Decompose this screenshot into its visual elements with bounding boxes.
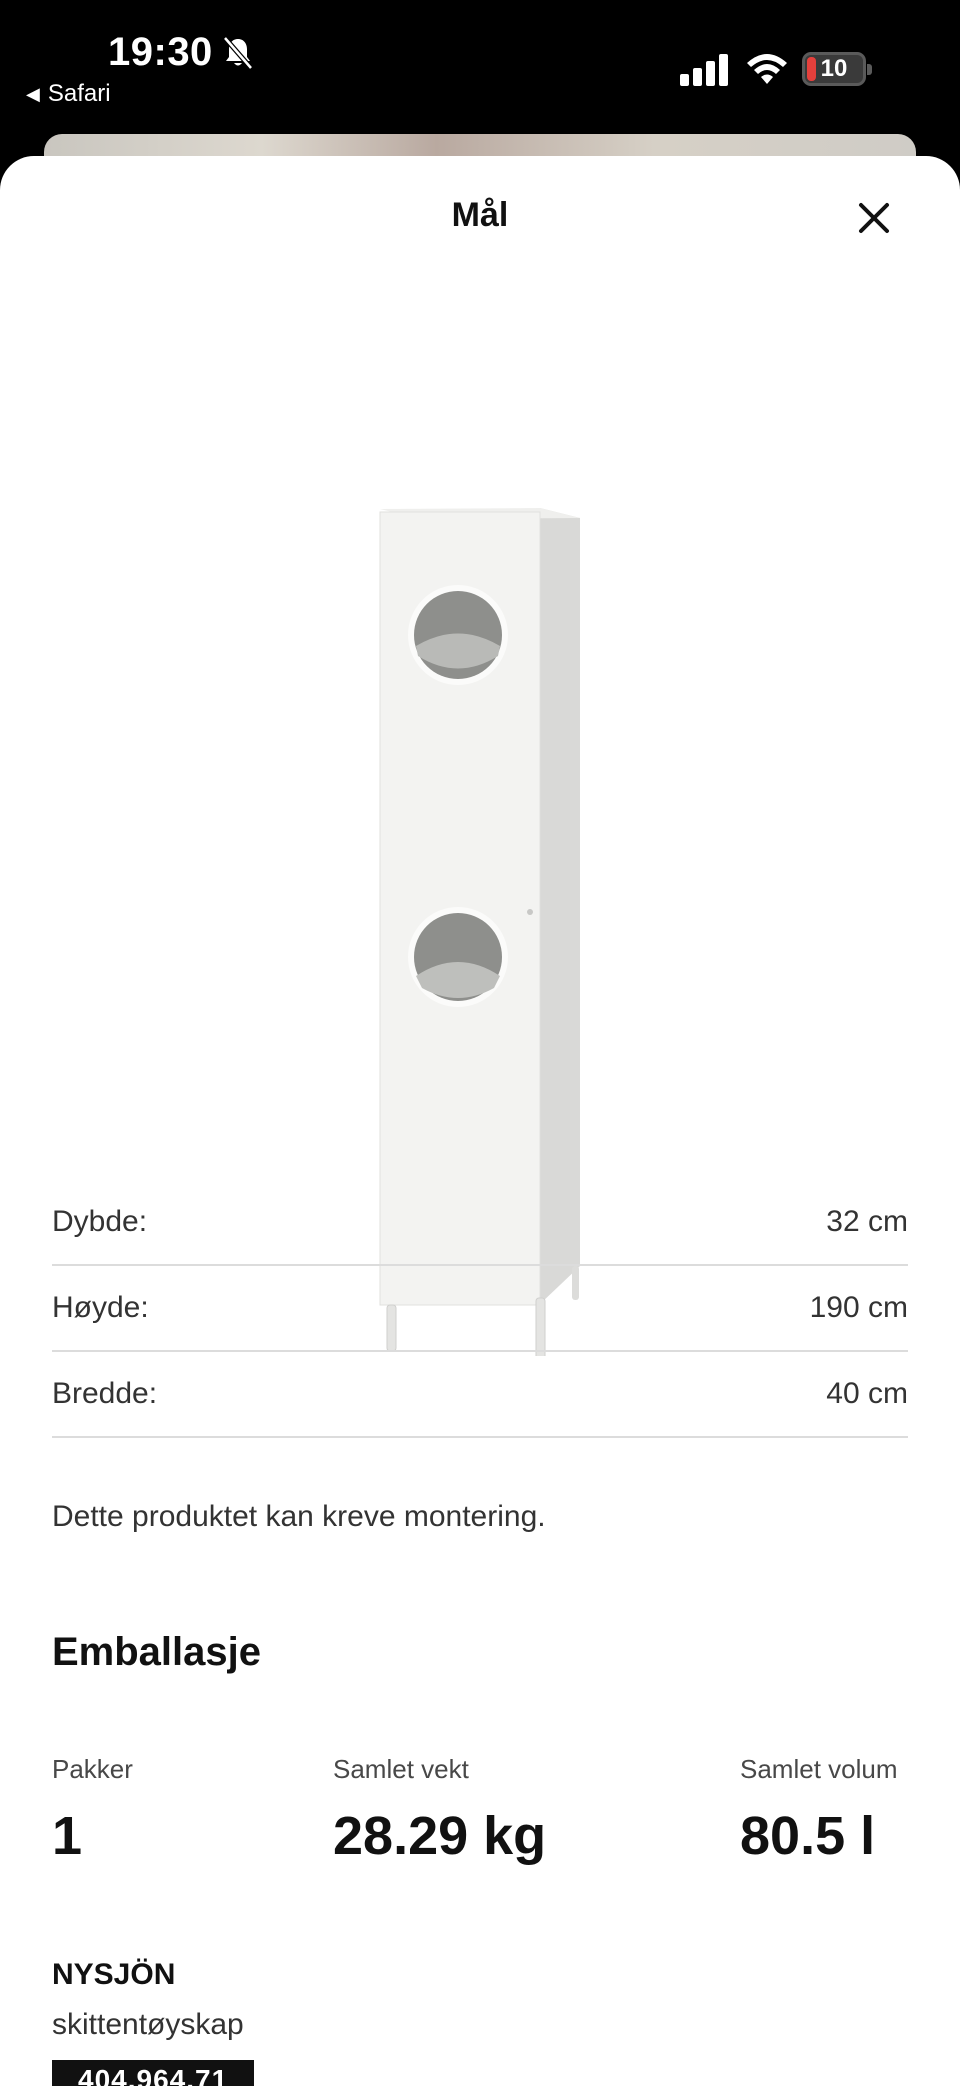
dimensions-list: Dybde: 32 cm Høyde: 190 cm Bredde: 40 cm — [52, 1180, 908, 1438]
back-to-safari-link[interactable]: ◀ Safari — [26, 80, 111, 108]
dimension-label: Bredde: — [52, 1377, 158, 1410]
dimension-label: Høyde: — [52, 1291, 149, 1324]
dimension-label: Dybde: — [52, 1205, 148, 1238]
stat-label: Pakker — [52, 1754, 133, 1784]
dimension-row: Bredde: 40 cm — [52, 1352, 908, 1438]
status-time: 19:30 — [108, 30, 213, 74]
back-triangle-icon: ◀ — [26, 83, 40, 104]
dimension-value: 40 cm — [826, 1377, 908, 1410]
wifi-icon — [747, 54, 787, 84]
close-icon — [859, 203, 889, 233]
close-button[interactable] — [848, 192, 900, 244]
sheet-title: Mål — [451, 196, 509, 234]
stat-value: 28.29 kg — [333, 1806, 547, 1866]
stat-value: 1 — [52, 1806, 83, 1866]
back-app-label: Safari — [47, 80, 111, 107]
battery-icon: 10 — [802, 52, 872, 86]
stat-value: 80.5 l — [740, 1806, 876, 1866]
dimension-value: 32 cm — [826, 1205, 908, 1238]
signal-icon — [680, 54, 728, 86]
article-number-badge: 404.964.71 — [52, 2060, 255, 2086]
dimension-row: Høyde: 190 cm — [52, 1266, 908, 1352]
dimension-row: Dybde: 32 cm — [52, 1180, 908, 1266]
dimensions-sheet: Mål Dybde: 32 cm Høyde: 190 cm Bredde: 4… — [0, 156, 960, 2086]
product-name: NYSJÖN — [52, 1958, 176, 1991]
status-bar: 19:30 ◀ Safari 10 — [0, 0, 960, 135]
battery-level: 10 — [820, 55, 848, 82]
total-volume-stat: Samlet volum 80.5 l — [740, 1754, 898, 1867]
assembly-note: Dette produktet kan kreve montering. — [52, 1500, 546, 1533]
bell-slash-icon — [223, 36, 253, 70]
packaging-heading: Emballasje — [52, 1630, 262, 1674]
stat-label: Samlet volum — [740, 1754, 898, 1784]
dimension-value: 190 cm — [809, 1291, 908, 1324]
product-description: skittentøyskap — [52, 2008, 244, 2041]
stat-label: Samlet vekt — [333, 1754, 469, 1784]
packages-stat: Pakker 1 — [52, 1754, 133, 1867]
total-weight-stat: Samlet vekt 28.29 kg — [333, 1754, 546, 1867]
